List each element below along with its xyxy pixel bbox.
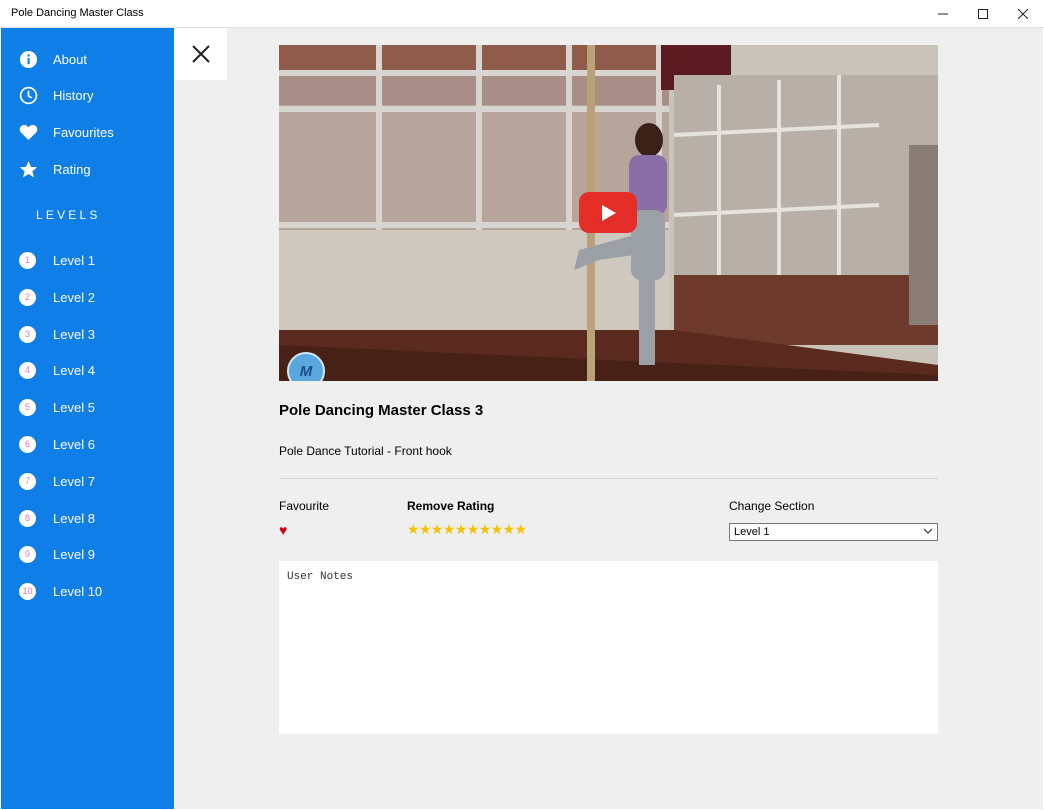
sidebar-item-level-7[interactable]: 7 Level 7 — [1, 465, 174, 497]
video-player[interactable]: M — [279, 45, 938, 381]
chevron-down-icon — [922, 525, 934, 540]
sidebar-item-level-9[interactable]: 9 Level 9 — [1, 538, 174, 570]
sidebar-item-label: Level 4 — [53, 362, 95, 378]
sidebar-item-favourites[interactable]: Favourites — [1, 116, 174, 148]
close-pane-button[interactable] — [175, 28, 227, 80]
section-select-value: Level 1 — [734, 526, 770, 538]
sidebar-item-label: History — [53, 87, 94, 103]
close-window-button[interactable] — [1000, 0, 1044, 28]
level-number-badge: 4 — [19, 361, 36, 379]
sidebar-item-about[interactable]: About — [1, 43, 174, 75]
remove-rating-button[interactable]: Remove Rating — [407, 499, 494, 513]
level-number-badge: 5 — [19, 398, 36, 416]
sidebar-item-level-8[interactable]: 8 Level 8 — [1, 502, 174, 534]
video-title: Pole Dancing Master Class 3 — [279, 402, 484, 419]
sidebar-item-label: Level 5 — [53, 399, 95, 415]
levels-heading: LEVELS — [36, 208, 101, 222]
divider — [279, 478, 938, 479]
sidebar-item-level-1[interactable]: 1 Level 1 — [1, 244, 174, 276]
user-notes-textarea[interactable]: User Notes — [279, 561, 938, 734]
favourite-heart-icon[interactable]: ♥ — [279, 522, 287, 538]
sidebar-item-label: Level 9 — [53, 546, 95, 562]
level-number-badge: 6 — [19, 435, 36, 453]
info-icon — [18, 49, 38, 69]
level-number-badge: 1 — [19, 251, 36, 269]
sidebar-item-level-3[interactable]: 3 Level 3 — [1, 318, 174, 350]
level-number-badge: 3 — [19, 325, 36, 343]
sidebar-item-level-6[interactable]: 6 Level 6 — [1, 428, 174, 460]
change-section-label: Change Section — [729, 499, 815, 513]
play-icon — [602, 204, 616, 221]
heart-icon — [18, 122, 38, 142]
level-number-badge: 10 — [19, 582, 36, 600]
sidebar-item-label: Level 3 — [53, 326, 95, 342]
sidebar-item-label: Level 2 — [53, 289, 95, 305]
sidebar-item-label: Level 6 — [53, 436, 95, 452]
clock-icon — [18, 85, 38, 105]
level-number-badge: 2 — [19, 288, 36, 306]
level-number-badge: 8 — [19, 509, 36, 527]
star-icon — [18, 159, 38, 179]
favourite-label: Favourite — [279, 499, 330, 513]
rating-stars[interactable]: ★★★★★★★★★★ — [407, 521, 527, 538]
sidebar-item-history[interactable]: History — [1, 79, 174, 111]
sidebar-item-rating[interactable]: Rating — [1, 153, 174, 185]
close-icon — [1018, 9, 1028, 19]
sidebar-item-label: About — [53, 51, 87, 67]
sidebar-item-label: Level 1 — [53, 252, 95, 268]
section-select[interactable]: Level 1 — [729, 523, 938, 541]
title-bar: Pole Dancing Master Class — [0, 0, 1044, 28]
sidebar-item-level-4[interactable]: 4 Level 4 — [1, 354, 174, 386]
video-description: Pole Dance Tutorial - Front hook — [279, 444, 452, 458]
level-number-badge: 7 — [19, 472, 36, 490]
minimize-icon — [938, 13, 948, 15]
close-icon — [192, 45, 210, 63]
sidebar-item-label: Level 8 — [53, 510, 95, 526]
sidebar-item-level-2[interactable]: 2 Level 2 — [1, 281, 174, 313]
sidebar-item-label: Level 10 — [53, 583, 103, 599]
sidebar-item-label: Level 7 — [53, 473, 95, 489]
sidebar-item-level-10[interactable]: 10 Level 10 — [1, 575, 174, 607]
maximize-icon — [978, 9, 988, 19]
sidebar-item-label: Rating — [53, 161, 91, 177]
level-number-badge: 9 — [19, 545, 36, 563]
sidebar-item-level-5[interactable]: 5 Level 5 — [1, 391, 174, 423]
sidebar-item-label: Favourites — [53, 124, 114, 140]
play-button[interactable] — [579, 192, 637, 233]
sidebar: About History Favourites Rating LEVELS 1… — [1, 28, 174, 809]
window-title: Pole Dancing Master Class — [11, 7, 144, 19]
